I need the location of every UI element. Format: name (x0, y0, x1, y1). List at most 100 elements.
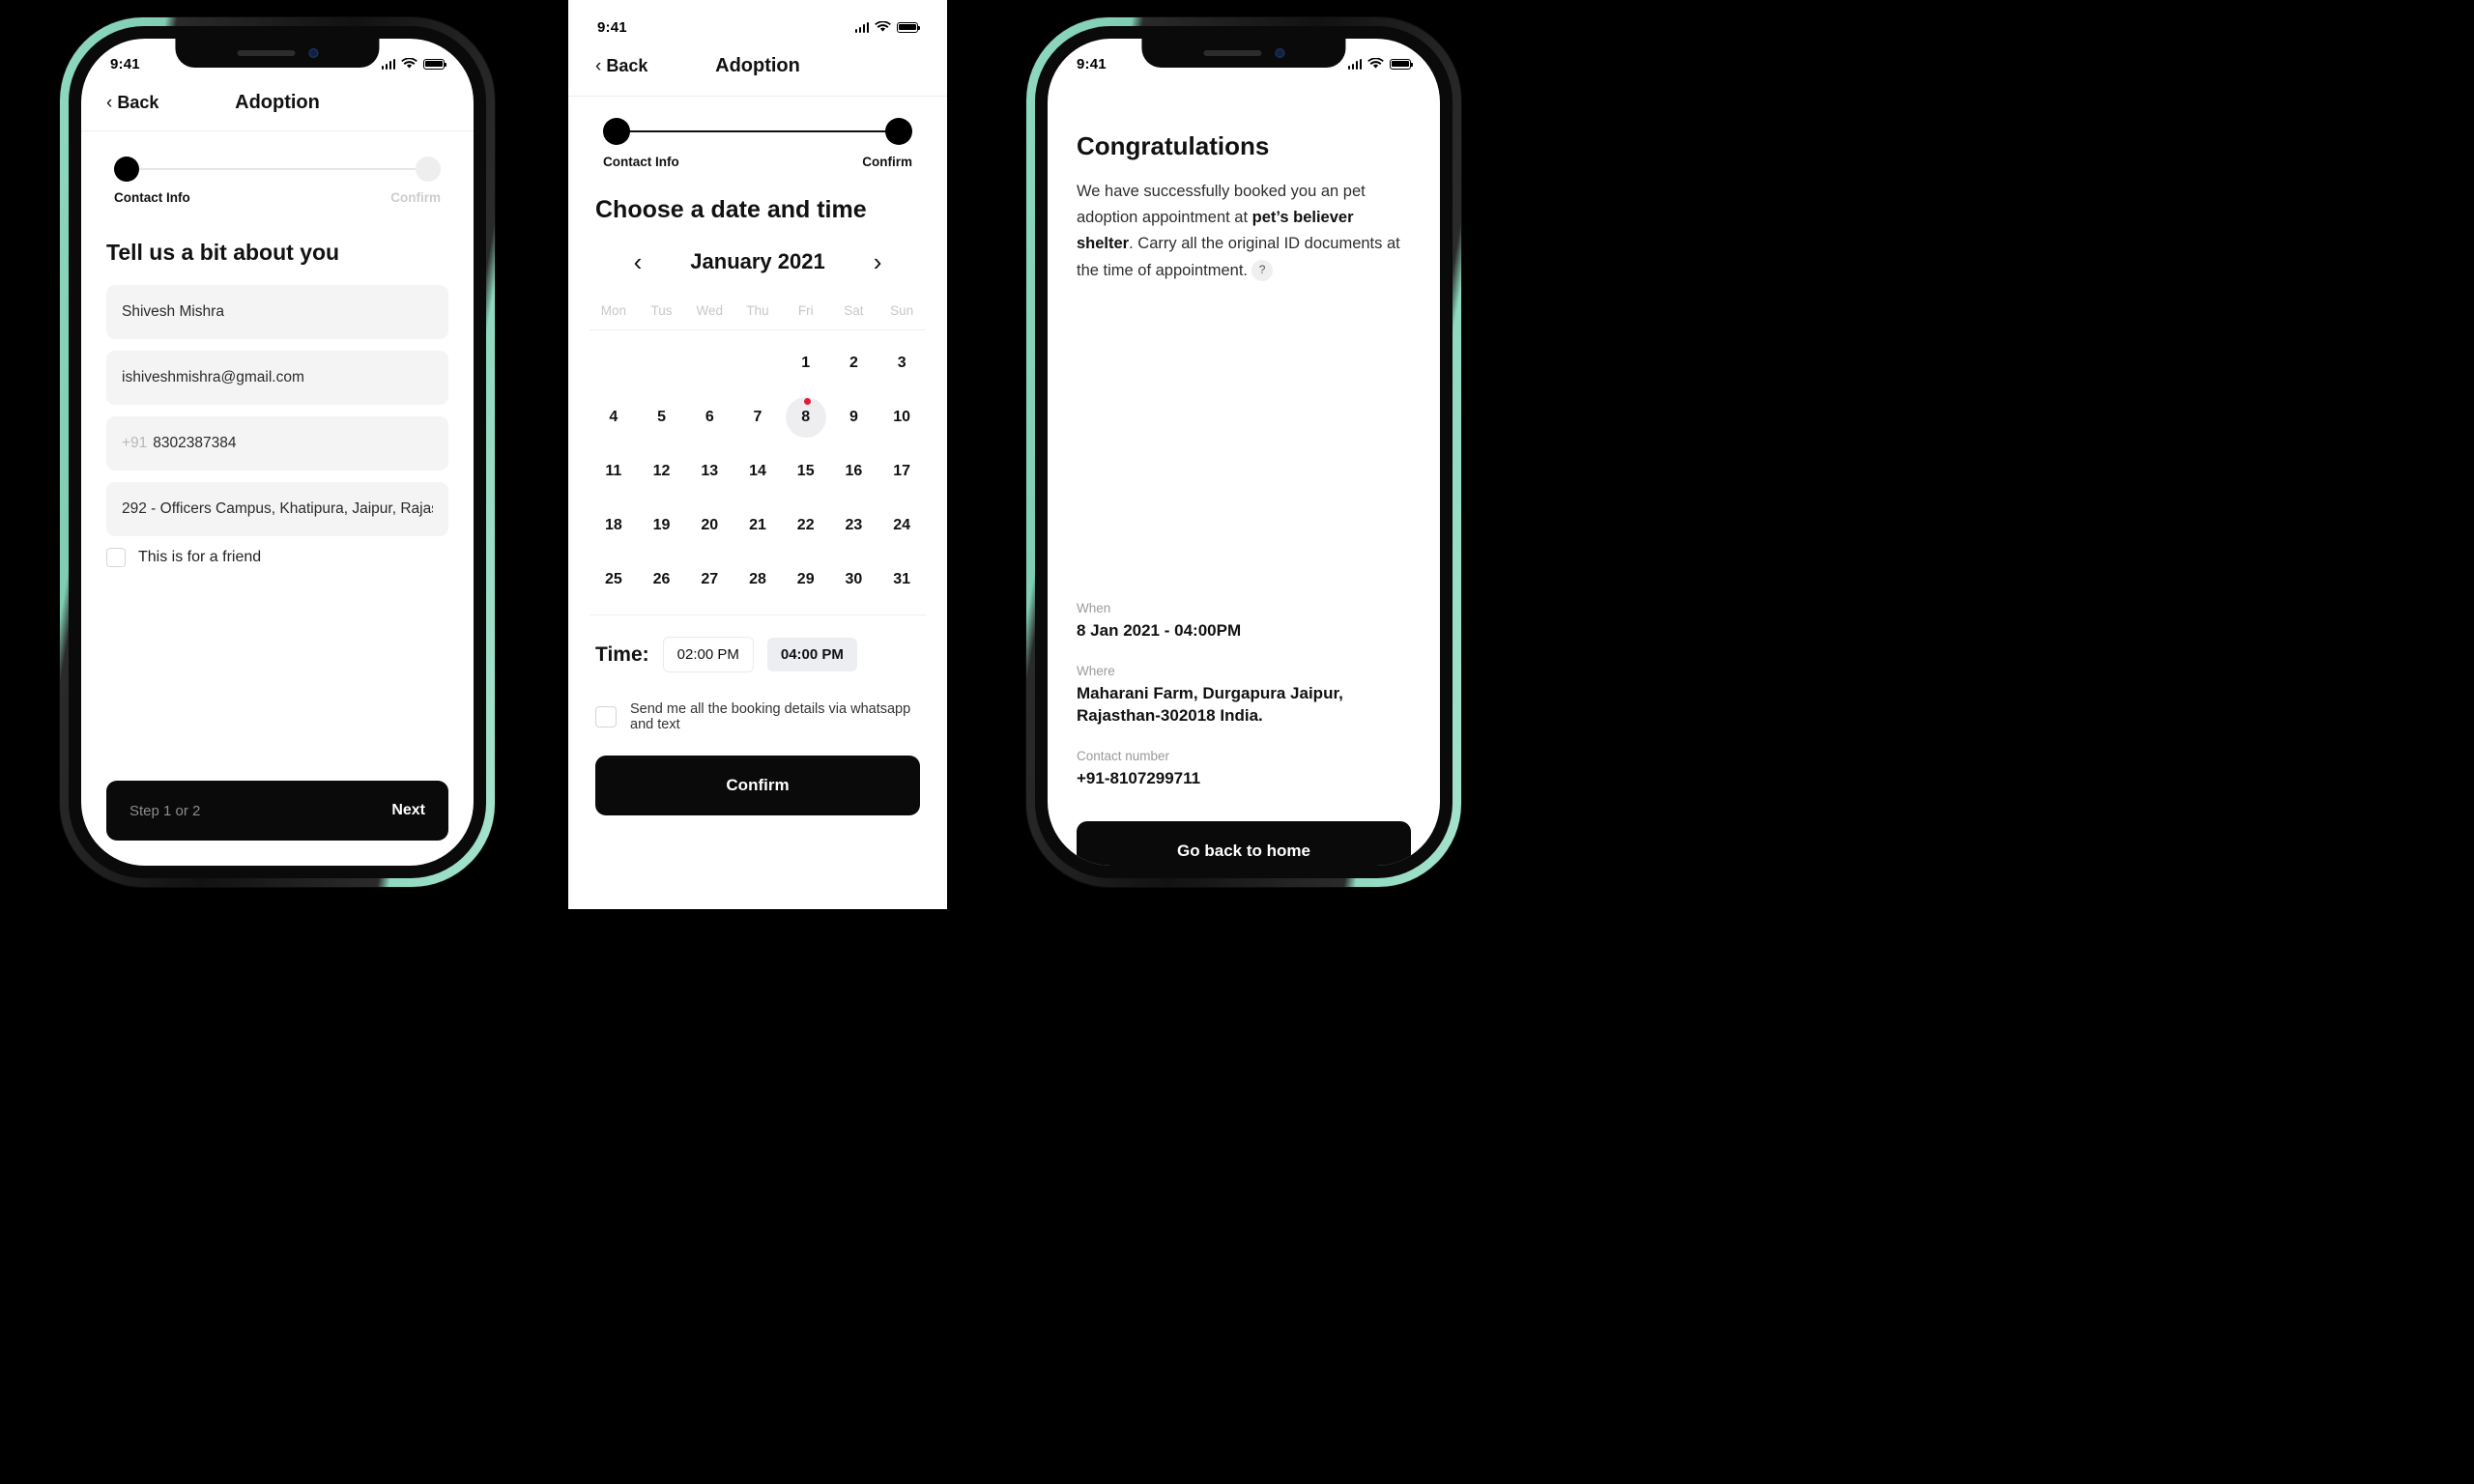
calendar-day-blank (638, 336, 686, 390)
calendar-day[interactable]: 4 (590, 390, 638, 444)
chevron-left-icon[interactable]: ‹ (628, 249, 648, 274)
friend-checkbox[interactable] (106, 548, 126, 567)
calendar-day[interactable]: 8 (782, 390, 830, 444)
calendar-day-number: 15 (796, 463, 815, 479)
phone-input-value: 8302387384 (153, 435, 237, 451)
calendar-weekday: Sun (890, 303, 914, 318)
wifi-icon (1367, 58, 1384, 69)
stepper-dot-confirm[interactable] (885, 118, 912, 145)
wifi-icon (875, 21, 891, 32)
calendar-day[interactable]: 22 (782, 499, 830, 553)
appointment-details: When 8 Jan 2021 - 04:00PM Where Maharani… (1077, 601, 1411, 790)
detail-label: When (1077, 600, 1111, 615)
calendar-day[interactable]: 27 (685, 553, 734, 607)
calendar-day-blank (685, 336, 734, 390)
calendar-day[interactable]: 20 (685, 499, 734, 553)
battery-icon (1390, 58, 1414, 70)
calendar-day[interactable]: 30 (830, 553, 878, 607)
next-button[interactable]: Next (391, 802, 425, 819)
calendar-day[interactable]: 19 (638, 499, 686, 553)
calendar-day[interactable]: 14 (734, 444, 782, 499)
notify-checkbox[interactable] (595, 706, 617, 728)
phone-3-screen: 9:41 Congratulations We have successfull… (1048, 39, 1440, 866)
back-button[interactable]: ‹ Back (106, 93, 158, 113)
help-icon[interactable]: ? (1251, 260, 1274, 282)
stepper-track (603, 118, 912, 145)
email-input[interactable]: ishiveshmishra@gmail.com (106, 351, 448, 405)
phone-3-bezel: 9:41 Congratulations We have successfull… (1035, 26, 1453, 878)
detail-contact-number: Contact number +91-8107299711 (1077, 749, 1411, 790)
calendar-day[interactable]: 24 (877, 499, 926, 553)
friend-checkbox-label: This is for a friend (138, 549, 262, 565)
step-footer-bar: Step 1 or 2 Next (106, 781, 448, 841)
calendar-day[interactable]: 6 (685, 390, 734, 444)
name-input-value: Shivesh Mishra (122, 303, 224, 320)
time-option-1[interactable]: 02:00 PM (662, 637, 754, 672)
notify-checkbox-row[interactable]: Send me all the booking details via what… (568, 672, 947, 732)
calendar-day-number: 20 (701, 517, 719, 533)
calendar-weekday: Mon (600, 303, 626, 318)
calendar-day[interactable]: 11 (590, 444, 638, 499)
phone-input[interactable]: +91 8302387384 (106, 416, 448, 471)
stepper-dot-contact-info[interactable] (114, 157, 139, 182)
calendar-day[interactable]: 16 (830, 444, 878, 499)
calendar-day[interactable]: 7 (734, 390, 782, 444)
calendar-day-number: 2 (849, 355, 858, 371)
phone-1-bezel: 9:41 ‹ Back Adoption Contact Info Confir… (69, 26, 486, 878)
section-heading: Choose a date and time (595, 196, 867, 223)
phone-mockup-2: 9:41 ‹ Back Adoption Contact Info Confir… (568, 0, 947, 909)
stepper-track (114, 157, 441, 182)
friend-checkbox-row[interactable]: This is for a friend (106, 548, 448, 567)
calendar-day[interactable]: 18 (590, 499, 638, 553)
address-input[interactable]: 292 - Officers Campus, Khatipura, Jaipur… (106, 482, 448, 536)
calendar-day[interactable]: 5 (638, 390, 686, 444)
back-button[interactable]: ‹ Back (595, 56, 647, 76)
name-input[interactable]: Shivesh Mishra (106, 285, 448, 339)
time-option-2[interactable]: 04:00 PM (766, 638, 857, 671)
calendar-day-number: 31 (893, 571, 911, 587)
calendar-day[interactable]: 31 (877, 553, 926, 607)
page-title: Adoption (235, 92, 320, 113)
confirmation-title: Congratulations (1077, 131, 1270, 160)
calendar-day[interactable]: 17 (877, 444, 926, 499)
back-button-label: Back (606, 56, 648, 75)
status-icons (854, 21, 921, 33)
chevron-right-icon[interactable]: › (868, 249, 888, 274)
calendar-day-number: 22 (796, 517, 815, 533)
calendar-day-number: 5 (657, 409, 667, 425)
calendar-day-number: 18 (604, 517, 622, 533)
status-bar-2: 9:41 (568, 0, 947, 44)
calendar-day[interactable]: 12 (638, 444, 686, 499)
calendar-day-number: 25 (604, 571, 622, 587)
status-time: 9:41 (597, 18, 627, 36)
nav-bar-1: ‹ Back Adoption (81, 83, 474, 130)
detail-when: When 8 Jan 2021 - 04:00PM (1077, 601, 1411, 642)
calendar-day[interactable]: 26 (638, 553, 686, 607)
calendar-month-label: January 2021 (690, 249, 825, 273)
address-input-value: 292 - Officers Campus, Khatipura, Jaipur… (122, 500, 433, 517)
calendar-day[interactable]: 23 (830, 499, 878, 553)
stepper-dot-confirm[interactable] (416, 157, 441, 182)
calendar-day[interactable]: 28 (734, 553, 782, 607)
calendar-day[interactable]: 9 (830, 390, 878, 444)
calendar-day[interactable]: 15 (782, 444, 830, 499)
status-bar-3: 9:41 (1048, 39, 1440, 83)
calendar-day[interactable]: 13 (685, 444, 734, 499)
confirmation-paragraph: We have successfully booked you an pet a… (1077, 179, 1411, 284)
confirm-button[interactable]: Confirm (595, 756, 920, 815)
stepper-dot-contact-info[interactable] (603, 118, 630, 145)
battery-icon (423, 58, 447, 70)
calendar-day[interactable]: 29 (782, 553, 830, 607)
calendar-day[interactable]: 25 (590, 553, 638, 607)
calendar-day[interactable]: 3 (877, 336, 926, 390)
detail-value: 8 Jan 2021 - 04:00PM (1077, 620, 1242, 640)
calendar-day[interactable]: 2 (830, 336, 878, 390)
stepper-label-contact-info: Contact Info (603, 155, 679, 169)
calendar-weekday: Thu (746, 303, 769, 318)
go-back-to-home-button[interactable]: Go back to home (1077, 821, 1411, 866)
calendar-day[interactable]: 10 (877, 390, 926, 444)
calendar-day[interactable]: 21 (734, 499, 782, 553)
calendar-day-number: 19 (652, 517, 671, 533)
calendar-day[interactable]: 1 (782, 336, 830, 390)
calendar-weekday: Sat (844, 303, 864, 318)
